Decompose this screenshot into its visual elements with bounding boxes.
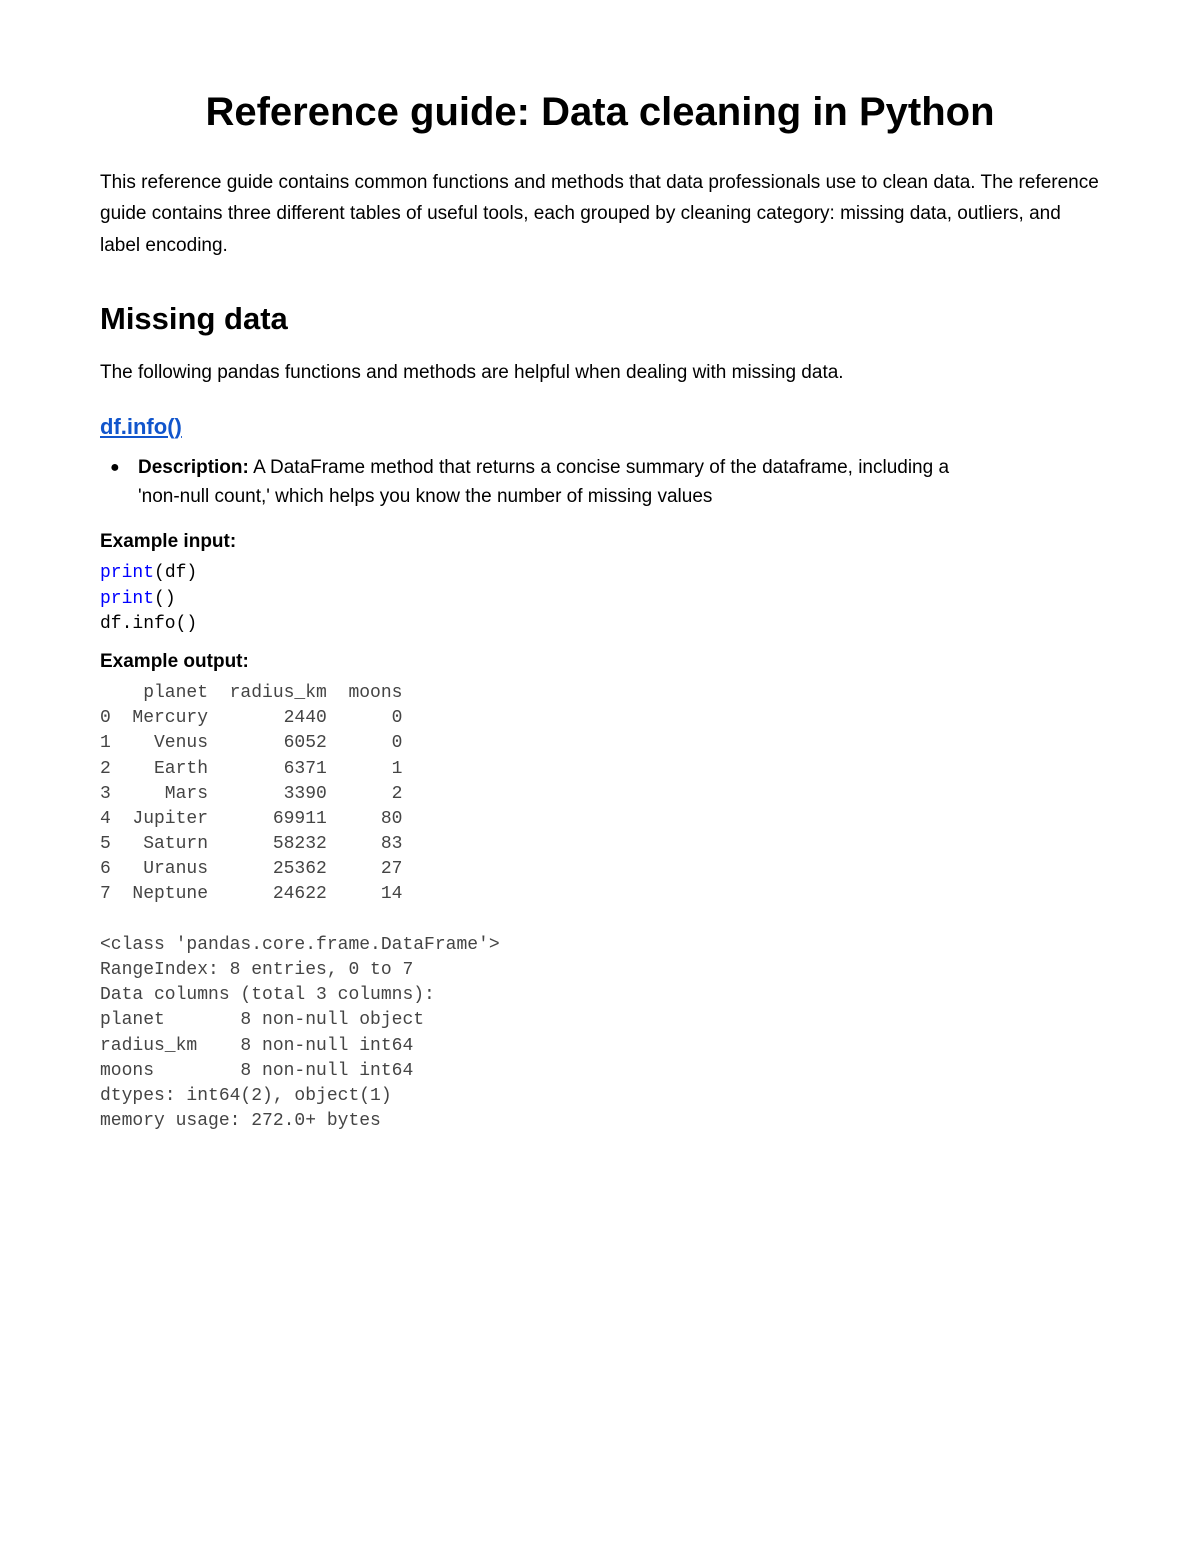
page-title: Reference guide: Data cleaning in Python: [100, 90, 1100, 135]
method-link-dfinfo[interactable]: df.info(): [100, 414, 182, 440]
code-text: (): [154, 589, 176, 609]
example-input-code: print(df) print() df.info(): [100, 561, 1100, 637]
keyword-print: print: [100, 589, 154, 609]
keyword-print: print: [100, 563, 154, 583]
example-output-text: planet radius_km moons 0 Mercury 2440 0 …: [100, 681, 1100, 1134]
intro-paragraph: This reference guide contains common fun…: [100, 167, 1100, 261]
section-description: The following pandas functions and metho…: [100, 357, 1100, 388]
description-item: Description: A DataFrame method that ret…: [138, 454, 1100, 511]
example-output-heading: Example output:: [100, 651, 1100, 673]
section-heading-missing-data: Missing data: [100, 301, 1100, 337]
example-input-heading: Example input:: [100, 531, 1100, 553]
description-label: Description:: [138, 457, 249, 478]
description-text: A DataFrame method that returns a concis…: [138, 457, 949, 507]
code-text: df.info(): [100, 614, 197, 634]
code-text: (df): [154, 563, 197, 583]
description-list: Description: A DataFrame method that ret…: [100, 454, 1100, 511]
